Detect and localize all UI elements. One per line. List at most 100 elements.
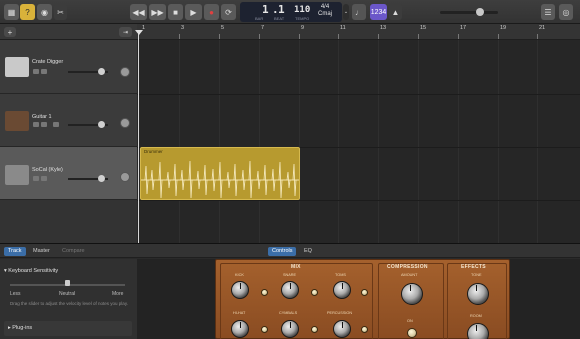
- snare-knob[interactable]: [281, 281, 299, 299]
- headphones-icon[interactable]: [41, 122, 47, 127]
- headphones-icon[interactable]: [41, 69, 47, 74]
- keyboard-sensitivity-title: Keyboard Sensitivity: [8, 268, 59, 274]
- timeline-ruler[interactable]: 1 3 5 7 9 11 13 15 17 19 21: [137, 24, 580, 40]
- track-row[interactable]: Crate Digger: [0, 40, 137, 94]
- tab-master[interactable]: Master: [29, 247, 54, 256]
- tab-compare[interactable]: Compare: [58, 247, 89, 256]
- grid-line: [219, 40, 220, 243]
- kick-toggle[interactable]: [261, 289, 268, 296]
- notepad-icon: ☰: [544, 7, 552, 17]
- track-volume-knob[interactable]: [98, 68, 105, 75]
- tone-knob[interactable]: [467, 283, 489, 305]
- hihat-toggle[interactable]: [261, 326, 268, 333]
- compression-on-toggle[interactable]: [407, 328, 417, 338]
- track-row-selected[interactable]: SoCal (Kyle): [0, 147, 137, 200]
- library-button[interactable]: ▦: [4, 4, 19, 20]
- lane-divider: [137, 200, 580, 201]
- ruler-tick: [418, 34, 419, 39]
- kick-knob[interactable]: [231, 281, 249, 299]
- tracks-area[interactable]: [137, 40, 580, 243]
- playhead-handle[interactable]: [135, 30, 143, 35]
- lcd-signature: 4/4: [320, 4, 330, 10]
- editors-button[interactable]: ✂: [54, 4, 67, 20]
- rewind-button[interactable]: ◀◀: [130, 4, 147, 20]
- sensitivity-slider-knob[interactable]: [65, 280, 70, 286]
- headphones-icon[interactable]: [41, 176, 47, 181]
- smart-controls-inspector: ▾ Keyboard Sensitivity Less Neutral More…: [0, 259, 137, 339]
- empty-track-area[interactable]: [0, 200, 137, 243]
- grid-line: [498, 40, 499, 243]
- pan-knob[interactable]: [120, 118, 130, 128]
- stop-icon: ■: [173, 7, 178, 17]
- track-volume-knob[interactable]: [98, 175, 105, 182]
- record-button[interactable]: ●: [204, 4, 219, 20]
- track-volume-knob[interactable]: [98, 121, 105, 128]
- master-volume-knob[interactable]: [476, 8, 484, 16]
- compression-amount-knob[interactable]: [401, 283, 423, 305]
- tone-label: TONE: [471, 273, 482, 277]
- playhead[interactable]: [138, 30, 139, 243]
- tab-track[interactable]: Track: [4, 247, 26, 256]
- tuner-button[interactable]: ♩: [352, 4, 366, 20]
- cycle-button[interactable]: ⟳: [221, 4, 236, 20]
- master-volume-slider[interactable]: [440, 11, 498, 14]
- snare-toggle[interactable]: [311, 289, 318, 296]
- mute-button[interactable]: [33, 176, 39, 181]
- lcd-beat: 1: [278, 3, 285, 16]
- metronome-button[interactable]: ▲: [389, 4, 402, 20]
- record-enable-button[interactable]: [53, 122, 59, 127]
- lcd-menu-button[interactable]: ⌄: [343, 4, 349, 20]
- ruler-tick: [458, 34, 459, 39]
- fast-forward-button[interactable]: ▶▶: [149, 4, 166, 20]
- help-button[interactable]: ?: [20, 4, 35, 20]
- percussion-knob[interactable]: [333, 320, 351, 338]
- compression-section: COMPRESSION AMOUNT ON: [378, 263, 444, 339]
- keyboard-sensitivity-heading[interactable]: ▾ Keyboard Sensitivity: [4, 268, 58, 274]
- ruler-tick: [338, 34, 339, 39]
- drummer-region[interactable]: Drummer: [140, 147, 300, 200]
- add-track-button[interactable]: +: [4, 27, 16, 37]
- lcd-display[interactable]: 1 . 1 BAR BEAT 110 TEMPO 4/4 Cmaj: [240, 2, 342, 22]
- lcd-tempo-label: TEMPO: [295, 16, 310, 21]
- count-in-button[interactable]: 1234: [370, 4, 387, 20]
- percussion-toggle[interactable]: [361, 326, 368, 333]
- lane-divider: [137, 94, 580, 95]
- toms-toggle[interactable]: [361, 289, 368, 296]
- effects-section: EFFECTS TONE ROOM: [447, 263, 507, 339]
- stop-button[interactable]: ■: [168, 4, 183, 20]
- track-row[interactable]: Guitar 1: [0, 94, 137, 147]
- lcd-signature-key: 4/4 Cmaj: [318, 4, 332, 18]
- play-button[interactable]: ▶: [185, 4, 202, 20]
- cymbals-label: CYMBALS: [279, 311, 298, 315]
- metronome-icon: ▲: [391, 7, 400, 17]
- grid-line: [259, 40, 260, 243]
- ruler-bar-number: 9: [301, 25, 305, 31]
- hihat-label: HI-HAT: [233, 311, 246, 315]
- smart-controls-button[interactable]: ◉: [37, 4, 52, 20]
- record-icon: ●: [209, 7, 214, 17]
- lcd-tempo: 110: [294, 5, 311, 15]
- mute-button[interactable]: [33, 122, 39, 127]
- grid-line: [378, 40, 379, 243]
- cymbals-knob[interactable]: [281, 320, 299, 338]
- pan-knob[interactable]: [120, 172, 130, 182]
- catch-button[interactable]: ⇥: [119, 27, 132, 37]
- toms-knob[interactable]: [333, 281, 351, 299]
- smart-controls-icon: ◉: [41, 7, 48, 17]
- count-in-label: 1234: [370, 8, 387, 16]
- room-knob[interactable]: [467, 323, 489, 339]
- tab-controls[interactable]: Controls: [268, 247, 297, 256]
- track-name: Crate Digger: [32, 59, 64, 65]
- hihat-knob[interactable]: [231, 320, 249, 338]
- pan-knob[interactable]: [120, 67, 130, 77]
- tab-eq[interactable]: EQ: [300, 247, 316, 256]
- cymbals-toggle[interactable]: [311, 326, 318, 333]
- plug-ins-section[interactable]: ▸ Plug-ins: [4, 321, 132, 336]
- mute-button[interactable]: [33, 69, 39, 74]
- loop-browser-button[interactable]: ◎: [559, 4, 573, 20]
- notepad-button[interactable]: ☰: [541, 4, 555, 20]
- sensitivity-more-label: More: [112, 291, 124, 297]
- sensitivity-description: Drag the slider to adjust the velocity l…: [10, 301, 128, 306]
- room-label: ROOM: [470, 314, 482, 318]
- region-waveform: [141, 160, 299, 198]
